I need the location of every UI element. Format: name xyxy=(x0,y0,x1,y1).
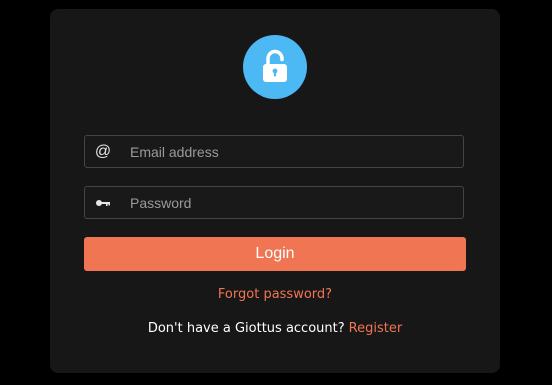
login-card: @ Login Forgot password? Don't have a Gi… xyxy=(50,9,500,373)
password-field[interactable] xyxy=(84,186,464,219)
email-input[interactable] xyxy=(130,136,450,167)
login-button[interactable]: Login xyxy=(84,237,466,271)
password-input[interactable] xyxy=(130,187,450,218)
register-row: Don't have a Giottus account? Register xyxy=(50,321,500,336)
email-field[interactable]: @ xyxy=(84,135,464,168)
register-prompt: Don't have a Giottus account? xyxy=(147,321,345,336)
at-icon: @ xyxy=(94,142,112,160)
key-icon xyxy=(85,187,121,218)
register-link[interactable]: Register xyxy=(349,321,403,336)
forgot-password-row: Forgot password? xyxy=(50,287,500,302)
forgot-password-link[interactable]: Forgot password? xyxy=(218,287,332,302)
lock-icon xyxy=(243,35,307,99)
